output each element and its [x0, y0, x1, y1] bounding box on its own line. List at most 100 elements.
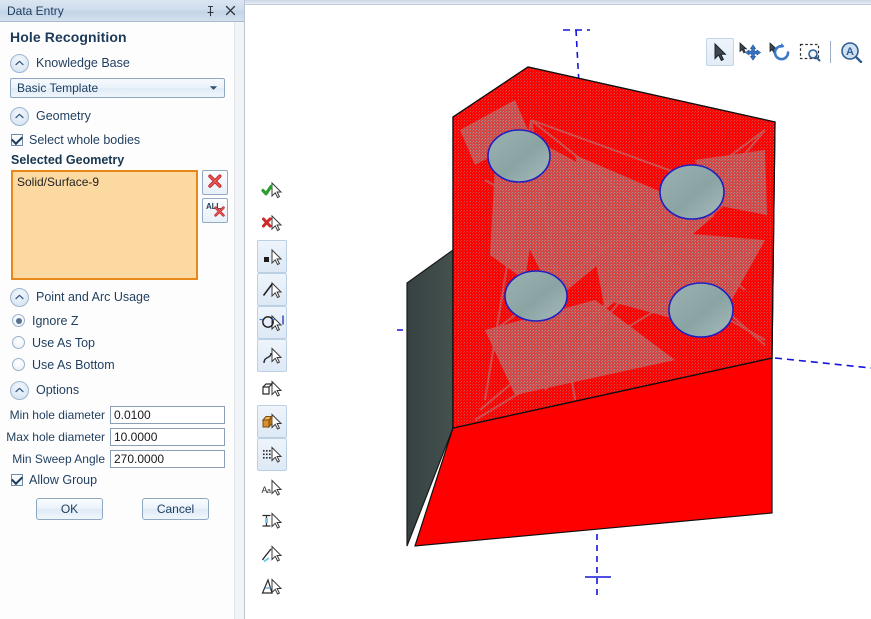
arrow-cursor-icon [714, 42, 727, 62]
input-max-hole-diameter[interactable] [110, 427, 225, 446]
pick-accept-tool[interactable] [257, 174, 287, 207]
section-geometry[interactable]: Geometry [10, 106, 228, 126]
fit-magnifier-icon: A [841, 42, 863, 63]
cursor-plane-icon [261, 577, 283, 595]
zoom-box-icon [799, 43, 821, 62]
fit-all-tool[interactable]: A [837, 38, 865, 66]
pin-icon[interactable] [200, 2, 220, 19]
panel-scrollbar[interactable] [234, 22, 244, 619]
cursor-arc-icon [259, 314, 284, 331]
cursor-curve-icon [263, 346, 283, 364]
chevron-up-icon[interactable] [10, 106, 29, 126]
selection-filter-toolbar: A a [255, 0, 289, 619]
selected-geometry-heading: Selected Geometry [11, 153, 125, 167]
delete-all-icon [214, 206, 225, 220]
cursor-dimension-icon [262, 511, 283, 529]
application-window: Data Entry Hole Recognition Knowledge Ba… [0, 0, 871, 619]
section-point-arc-usage[interactable]: Point and Arc Usage [10, 287, 228, 307]
list-item[interactable]: Solid/Surface-9 [17, 175, 192, 189]
cancel-button[interactable]: Cancel [142, 498, 209, 520]
field-row-min-hole-diameter: Min hole diameter [8, 405, 225, 424]
delete-selection-button[interactable] [202, 170, 228, 195]
ok-button[interactable]: OK [36, 498, 103, 520]
section-options[interactable]: Options [10, 380, 228, 400]
hole-top-left[interactable] [487, 129, 551, 183]
select-line-tool[interactable] [257, 273, 287, 306]
hole-bottom-right[interactable] [668, 282, 734, 338]
radio-label-use-as-bottom: Use As Bottom [32, 357, 115, 372]
radio-row-ignore-z[interactable]: Ignore Z [12, 312, 228, 329]
select-point-tool[interactable] [257, 240, 287, 273]
chevron-up-icon[interactable] [10, 53, 29, 73]
selected-geometry-area: Solid/Surface-9 ALL [11, 170, 228, 280]
data-entry-dock-panel: Data Entry Hole Recognition Knowledge Ba… [0, 0, 245, 619]
select-arc-tool[interactable] [257, 306, 287, 339]
delete-x-icon [207, 173, 223, 192]
rotate-icon [769, 42, 790, 61]
cursor-red-x-icon [262, 214, 283, 231]
select-surface-tool[interactable] [257, 372, 287, 405]
label-max-hole-diameter: Max hole diameter [6, 429, 105, 444]
section-label-point-arc-usage: Point and Arc Usage [36, 290, 150, 304]
select-dimension-tool[interactable] [257, 504, 287, 537]
cursor-mesh-icon [263, 445, 283, 463]
dock-title: Data Entry [7, 3, 64, 18]
select-solid-tool[interactable] [257, 405, 287, 438]
radio-row-use-as-bottom[interactable]: Use As Bottom [12, 356, 228, 373]
select-mesh-tool[interactable] [257, 438, 287, 471]
allow-group-label: Allow Group [29, 473, 98, 487]
select-curve-tool[interactable] [257, 339, 287, 372]
pick-reject-tool[interactable] [257, 207, 287, 240]
select-whole-bodies-label: Select whole bodies [29, 133, 141, 147]
3d-viewport[interactable]: A a A [245, 0, 871, 619]
select-plane-tool[interactable] [257, 570, 287, 603]
chevron-up-icon[interactable] [10, 287, 29, 307]
allow-group-checkbox[interactable] [11, 474, 23, 486]
knowledge-base-template-select[interactable]: Basic Template [10, 78, 225, 98]
zoom-box-tool[interactable] [796, 38, 824, 66]
cursor-vector-icon [261, 544, 283, 562]
cursor-green-check-icon [261, 181, 283, 198]
svg-text:a: a [267, 488, 271, 495]
pan-tool[interactable] [736, 38, 764, 66]
input-min-hole-diameter[interactable] [110, 405, 225, 424]
field-row-max-hole-diameter: Max hole diameter [6, 427, 225, 446]
toolbar-separator [830, 41, 831, 63]
cursor-point-icon [264, 248, 283, 265]
cursor-solid-icon [261, 412, 283, 430]
radio-use-as-bottom[interactable] [12, 358, 25, 371]
hole-bottom-left[interactable] [504, 270, 568, 322]
section-knowledge-base[interactable]: Knowledge Base [10, 53, 228, 73]
chevron-down-icon [209, 83, 220, 93]
select-vector-tool[interactable] [257, 537, 287, 570]
radio-use-as-top[interactable] [12, 336, 25, 349]
section-label-options: Options [36, 383, 80, 397]
select-whole-bodies-checkbox[interactable] [11, 134, 23, 146]
template-select-value: Basic Template [17, 81, 99, 95]
cursor-surface-icon [262, 379, 283, 397]
input-min-sweep-angle[interactable] [110, 449, 225, 468]
select-text-tool[interactable]: A a [257, 471, 287, 504]
select-tool[interactable] [706, 38, 734, 66]
rotate-tool[interactable] [766, 38, 794, 66]
dock-panel-body: Hole Recognition Knowledge Base Basic Te… [0, 22, 244, 619]
view-navigation-toolbar: A [706, 38, 865, 66]
field-row-min-sweep-angle: Min Sweep Angle [8, 449, 225, 468]
radio-label-use-as-top: Use As Top [32, 335, 96, 350]
dock-title-bar: Data Entry [0, 0, 244, 22]
page-title: Hole Recognition [10, 29, 127, 45]
allow-group-row[interactable]: Allow Group [11, 471, 228, 489]
hole-top-right[interactable] [659, 164, 725, 220]
radio-ignore-z[interactable] [12, 314, 25, 327]
label-min-hole-diameter: Min hole diameter [9, 407, 105, 422]
chevron-up-icon[interactable] [10, 380, 29, 400]
select-whole-bodies-row[interactable]: Select whole bodies [11, 131, 228, 149]
section-label-knowledge-base: Knowledge Base [36, 56, 130, 70]
radio-row-use-as-top[interactable]: Use As Top [12, 334, 228, 351]
close-icon[interactable] [220, 2, 240, 19]
selected-geometry-list[interactable]: Solid/Surface-9 [11, 170, 198, 280]
cursor-text-icon: A a [262, 478, 283, 496]
delete-all-selection-button[interactable]: ALL [202, 198, 228, 223]
section-label-geometry: Geometry [36, 109, 91, 123]
3d-model-scene[interactable] [245, 0, 871, 619]
